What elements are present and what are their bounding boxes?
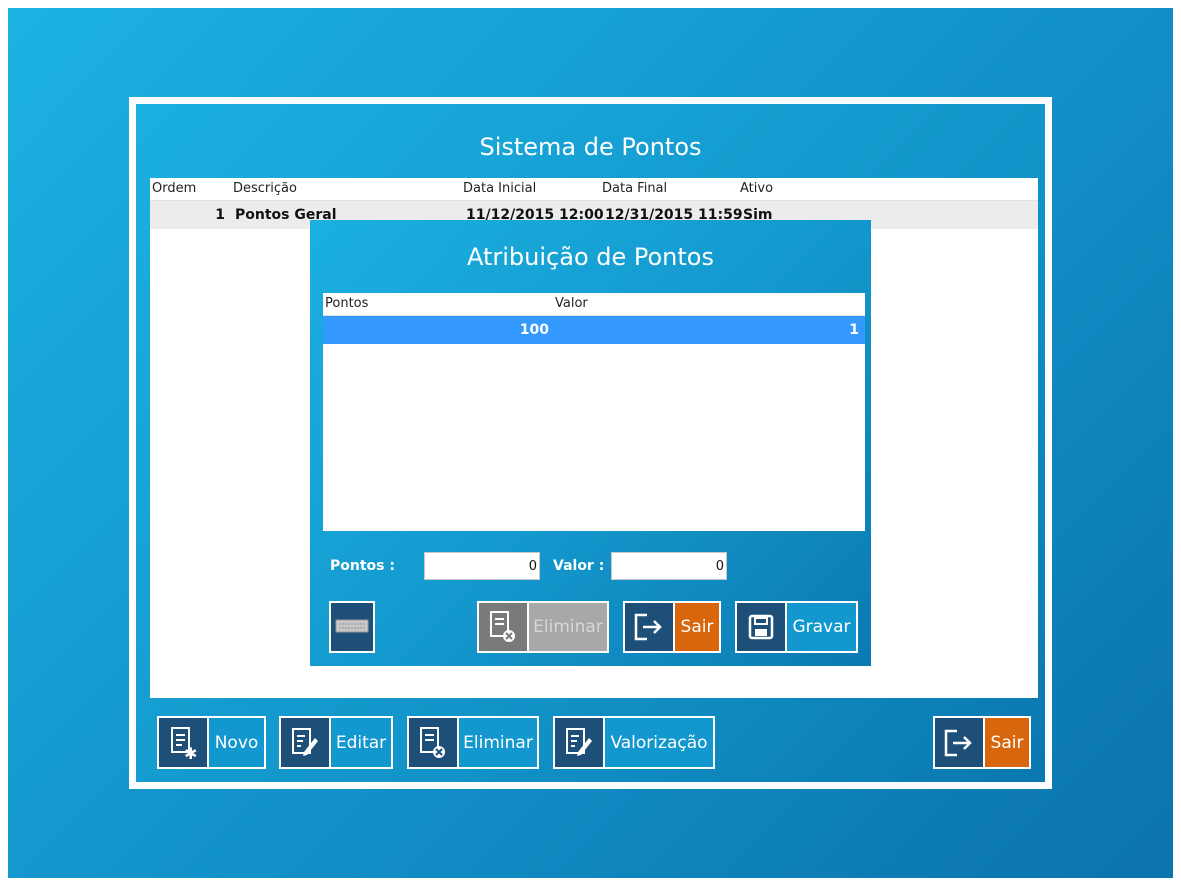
keyboard-button[interactable] bbox=[329, 601, 375, 653]
document-new-icon: ✱ bbox=[159, 718, 209, 767]
document-edit-icon bbox=[555, 718, 605, 767]
dialog-sair-button[interactable]: Sair bbox=[623, 601, 721, 653]
valor-field-label: Valor : bbox=[553, 558, 605, 574]
gravar-button[interactable]: Gravar bbox=[735, 601, 858, 653]
table-row[interactable]: 100 1 bbox=[323, 316, 865, 344]
document-edit-icon bbox=[281, 718, 331, 767]
pontos-input[interactable] bbox=[424, 552, 540, 580]
editar-button[interactable]: Editar bbox=[279, 716, 393, 769]
column-ordem[interactable]: Ordem bbox=[152, 181, 196, 196]
sair-label: Sair bbox=[985, 718, 1029, 767]
column-descricao[interactable]: Descrição bbox=[233, 181, 297, 196]
keyboard-icon bbox=[335, 618, 369, 637]
dialog-title: Atribuição de Pontos bbox=[466, 243, 714, 271]
floppy-disk-icon bbox=[737, 603, 787, 651]
editar-label: Editar bbox=[331, 718, 391, 767]
dialog-sair-label: Sair bbox=[675, 603, 719, 651]
cell-ordem: 1 bbox=[215, 207, 225, 223]
points-values-grid: Pontos Valor 100 1 bbox=[323, 293, 865, 531]
sair-button[interactable]: Sair bbox=[933, 716, 1031, 769]
column-ativo[interactable]: Ativo bbox=[740, 181, 773, 196]
window-title: Sistema de Pontos bbox=[479, 133, 702, 161]
grid-header: Pontos Valor bbox=[323, 293, 865, 316]
column-data-inicial[interactable]: Data Inicial bbox=[463, 181, 536, 196]
grid-header: Ordem Descrição Data Inicial Data Final … bbox=[150, 178, 1038, 201]
dialog-eliminar-label: Eliminar bbox=[529, 603, 607, 651]
pontos-field-label: Pontos : bbox=[330, 558, 395, 574]
atribuicao-pontos-dialog: Atribuição de Pontos Pontos Valor 100 1 … bbox=[310, 220, 871, 666]
gravar-label: Gravar bbox=[787, 603, 856, 651]
column-valor[interactable]: Valor bbox=[555, 296, 588, 311]
cell-pontos: 100 bbox=[519, 322, 549, 338]
eliminar-label: Eliminar bbox=[459, 718, 537, 767]
document-delete-icon bbox=[409, 718, 459, 767]
valor-input[interactable] bbox=[611, 552, 727, 580]
column-data-final[interactable]: Data Final bbox=[602, 181, 667, 196]
exit-icon bbox=[625, 603, 675, 651]
novo-button[interactable]: ✱ Novo bbox=[157, 716, 266, 769]
column-pontos[interactable]: Pontos bbox=[325, 296, 368, 311]
svg-text:✱: ✱ bbox=[184, 744, 197, 760]
document-delete-icon bbox=[479, 603, 529, 651]
eliminar-button[interactable]: Eliminar bbox=[407, 716, 539, 769]
exit-icon bbox=[935, 718, 985, 767]
valorizacao-label: Valorização bbox=[605, 718, 713, 767]
novo-label: Novo bbox=[209, 718, 264, 767]
cell-valor: 1 bbox=[849, 322, 859, 338]
valorizacao-button[interactable]: Valorização bbox=[553, 716, 715, 769]
dialog-eliminar-button[interactable]: Eliminar bbox=[477, 601, 609, 653]
